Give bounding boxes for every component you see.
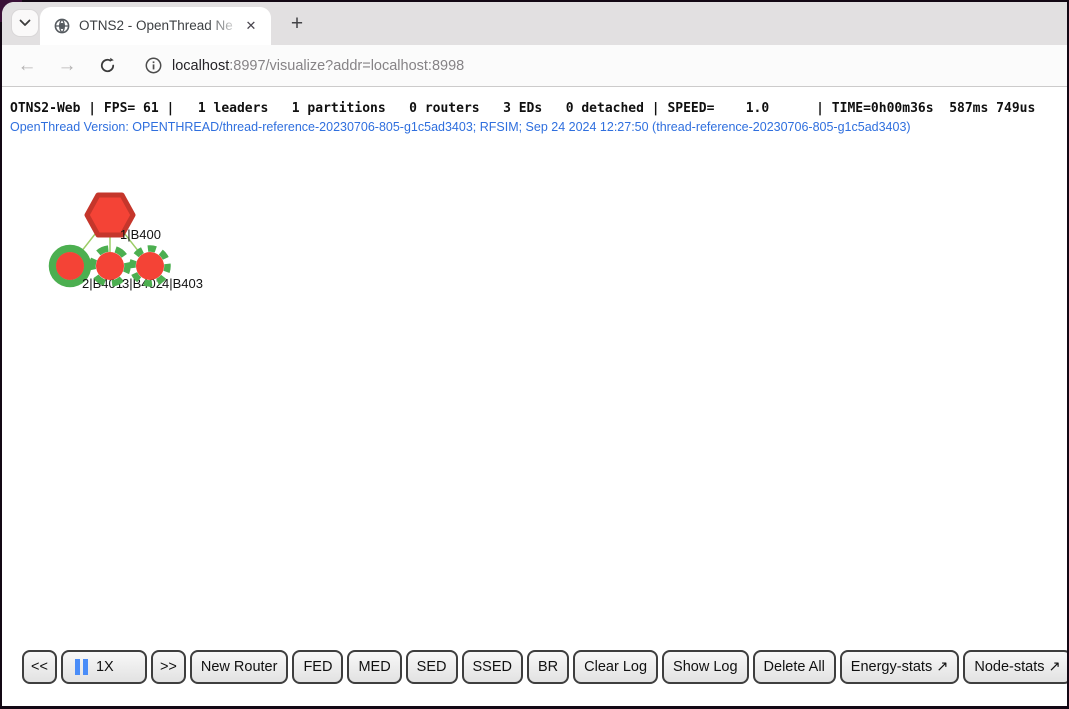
med-button[interactable]: MED (347, 650, 401, 684)
otns-page: OTNS2-Web | FPS= 61 | 1 leaders 1 partit… (2, 87, 1067, 705)
chevron-down-icon (19, 19, 31, 27)
address-bar: ← → localhost:8997/visualize?addr=localh… (2, 45, 1067, 87)
delete-all-button[interactable]: Delete All (753, 650, 836, 684)
url-field[interactable]: localhost:8997/visualize?addr=localhost:… (145, 57, 464, 74)
network-canvas[interactable]: 1|B400 2|B401 3|B402 4|B403 (2, 87, 1067, 647)
reload-button[interactable] (94, 53, 120, 79)
speed-down-button[interactable]: << (22, 650, 57, 684)
node-label: 3|B402 (122, 276, 163, 291)
speed-up-button[interactable]: >> (151, 650, 186, 684)
node-label: 1|B400 (120, 227, 161, 242)
pause-icon (75, 659, 91, 675)
node-label: 4|B403 (162, 276, 203, 291)
tab-otns2[interactable]: OTNS2 - OpenThread Ne ✕ (40, 7, 271, 45)
energy-stats-button[interactable]: Energy-stats ↗ (840, 650, 960, 684)
leader-node-1[interactable]: 1|B400 (87, 195, 161, 242)
ssed-button[interactable]: SSED (462, 650, 524, 684)
globe-icon (54, 18, 70, 34)
br-button[interactable]: BR (527, 650, 569, 684)
forward-button[interactable]: → (54, 53, 80, 79)
forward-arrow-icon: → (58, 56, 77, 75)
clear-log-button[interactable]: Clear Log (573, 650, 658, 684)
node-body[interactable] (96, 252, 124, 280)
url-host: localhost (172, 58, 229, 74)
show-log-button[interactable]: Show Log (662, 650, 749, 684)
pause-speed-button[interactable]: 1X (61, 650, 147, 684)
back-button[interactable]: ← (14, 53, 40, 79)
sed-button[interactable]: SED (406, 650, 458, 684)
tab-search-button[interactable] (12, 10, 38, 36)
action-toolbar: << 1X >> New Router FED MED SED SSED BR … (22, 650, 1067, 684)
new-tab-button[interactable]: + (284, 11, 310, 37)
node-body[interactable] (56, 252, 84, 280)
tab-title: OTNS2 - OpenThread Ne (79, 18, 233, 33)
browser-window: OTNS2 - OpenThread Ne ✕ + ← → (2, 2, 1067, 706)
tab-close-button[interactable]: ✕ (241, 16, 261, 36)
fed-button[interactable]: FED (292, 650, 343, 684)
reload-icon (99, 57, 116, 74)
tab-title-wrap: OTNS2 - OpenThread Ne (79, 17, 241, 35)
node-body[interactable] (136, 252, 164, 280)
speed-label: 1X (96, 659, 114, 675)
browser-window-frame: OTNS2 - OpenThread Ne ✕ + ← → (0, 0, 1069, 709)
new-router-button[interactable]: New Router (190, 650, 289, 684)
url-rest: :8997/visualize?addr=localhost:8998 (229, 58, 464, 74)
url-text[interactable]: localhost:8997/visualize?addr=localhost:… (172, 58, 464, 74)
node-stats-button[interactable]: Node-stats ↗ (963, 650, 1067, 684)
page-info-icon[interactable] (145, 57, 162, 74)
back-arrow-icon: ← (18, 56, 37, 75)
tab-strip: OTNS2 - OpenThread Ne ✕ + (2, 2, 1067, 45)
